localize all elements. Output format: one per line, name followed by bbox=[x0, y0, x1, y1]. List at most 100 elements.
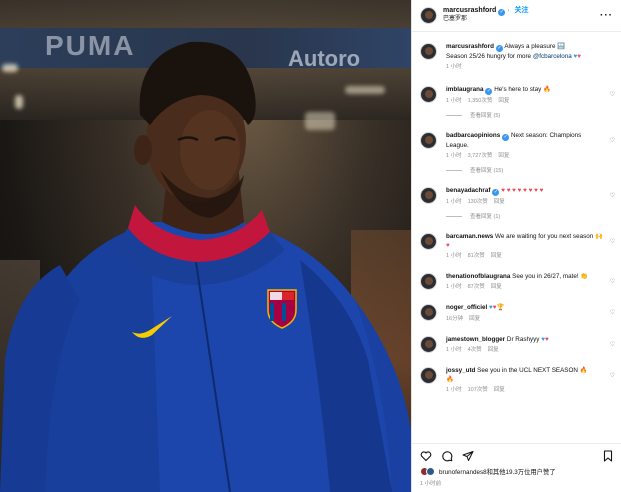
comment-text: He's here to stay bbox=[494, 86, 542, 94]
location-link[interactable]: 巴塞罗那 bbox=[443, 16, 600, 24]
comment-username[interactable]: badbarcaopinions bbox=[446, 132, 500, 139]
verified-icon: ✓ bbox=[492, 189, 500, 197]
reply-button[interactable]: 回复 bbox=[498, 98, 509, 104]
emoji: 🔥 bbox=[446, 375, 454, 383]
reply-button[interactable]: 回复 bbox=[469, 316, 480, 322]
comment-time: 1 小时 bbox=[446, 199, 462, 206]
heart-icon[interactable]: ♡ bbox=[610, 238, 615, 245]
avatar[interactable] bbox=[420, 187, 437, 205]
bookmark-icon[interactable] bbox=[602, 450, 614, 462]
avatar[interactable] bbox=[420, 233, 437, 251]
avatar[interactable] bbox=[420, 335, 437, 353]
view-replies-button[interactable]: 查看回复 (15) bbox=[446, 166, 621, 174]
comment-time: 1 小时 bbox=[446, 98, 462, 105]
verified-icon: ✓ bbox=[495, 45, 503, 52]
emoji: ♥ bbox=[446, 242, 450, 250]
comment-likes[interactable]: 130次赞 bbox=[468, 199, 488, 205]
comment-item: barcaman.news We are waiting for you nex… bbox=[412, 232, 621, 261]
emoji: 🙌 bbox=[595, 233, 603, 241]
comments-list[interactable]: marcusrashford ✓ Always a pleasure 🔛 Seas… bbox=[412, 32, 621, 442]
comment-text: See you in 26/27, mate! bbox=[512, 273, 579, 281]
view-replies-button[interactable]: 查看回复 (5) bbox=[446, 111, 621, 119]
instagram-post: PUMA Autoro marcusrashford ✓ · 关注 巴塞罗那 ·… bbox=[0, 0, 621, 492]
reply-button[interactable]: 回复 bbox=[494, 387, 505, 393]
caption-username[interactable]: marcusrashford bbox=[446, 43, 494, 50]
comment-username[interactable]: thenationofblaugrana bbox=[446, 273, 510, 280]
heart-icon[interactable]: ♡ bbox=[610, 91, 615, 98]
heart-icon[interactable]: ♡ bbox=[610, 341, 615, 348]
avatar[interactable] bbox=[420, 132, 437, 150]
avatar[interactable] bbox=[420, 366, 437, 384]
avatar[interactable] bbox=[420, 304, 437, 322]
post-photo[interactable]: PUMA Autoro bbox=[0, 0, 411, 492]
comment-username[interactable]: jamestown_blogger bbox=[446, 336, 505, 343]
heart-icon[interactable]: ♡ bbox=[610, 309, 615, 316]
verified-icon: ✓ bbox=[498, 9, 506, 17]
emoji: 🔛 bbox=[557, 43, 566, 50]
verified-icon: ✓ bbox=[485, 88, 493, 96]
comment-time: 1 小时 bbox=[446, 253, 462, 260]
comment-username[interactable]: jossy_utd bbox=[446, 367, 475, 374]
caption-text-2: Season 25/26 hungry for more bbox=[446, 53, 532, 60]
heart-icon[interactable]: ♡ bbox=[610, 192, 615, 199]
likes-summary[interactable]: brunofernandes8和其他19.3万位用户赞了 bbox=[420, 467, 614, 476]
emoji: ♥ bbox=[577, 53, 582, 60]
comment-item: imblaugrana ✓ He's here to stay 🔥 1 小时 1,3… bbox=[412, 85, 621, 106]
comment-username[interactable]: benayadachraf bbox=[446, 187, 490, 194]
reply-button[interactable]: 回复 bbox=[491, 253, 502, 259]
comment-item: noger_officiel ♥♥🏆 16分钟 回复 ♡ bbox=[412, 303, 621, 323]
caption-text: Always a pleasure bbox=[504, 43, 556, 50]
avatar[interactable] bbox=[420, 43, 437, 60]
comment-text: We are waiting for you next season bbox=[495, 233, 594, 241]
comment-item: thenationofblaugrana See you in 26/27, m… bbox=[412, 272, 621, 292]
comments-panel: marcusrashford ✓ · 关注 巴塞罗那 ··· marcusrash… bbox=[411, 0, 621, 492]
comment-likes[interactable]: 1,350次赞 bbox=[468, 98, 493, 104]
emoji-hearts: ♥ ♥ ♥ ♥ ♥ ♥ ♥ ♥ bbox=[501, 187, 544, 195]
comment-likes[interactable]: 87次赞 bbox=[468, 284, 485, 290]
caption: marcusrashford ✓ Always a pleasure 🔛 Seas… bbox=[412, 42, 621, 72]
share-icon[interactable] bbox=[462, 450, 474, 462]
comment-time: 1 小时 bbox=[446, 284, 462, 291]
liker-avatar bbox=[426, 467, 435, 476]
comment-text: Dr Rashyyy bbox=[506, 335, 540, 343]
reply-button[interactable]: 回复 bbox=[488, 347, 499, 353]
player-figure bbox=[0, 41, 411, 492]
heart-icon[interactable]: ♡ bbox=[610, 372, 615, 379]
comment-time: 16分钟 bbox=[446, 315, 464, 322]
heart-icon[interactable] bbox=[420, 450, 432, 462]
comment-username[interactable]: imblaugrana bbox=[446, 86, 483, 93]
comment-time: 1 小时 bbox=[446, 386, 462, 393]
heart-icon[interactable]: ♡ bbox=[610, 278, 615, 285]
emoji: 🏆 bbox=[496, 304, 505, 312]
follow-button[interactable]: 关注 bbox=[515, 7, 529, 14]
emoji: 🔥 bbox=[543, 86, 551, 94]
comment-icon[interactable] bbox=[441, 450, 453, 462]
verified-icon: ✓ bbox=[502, 134, 510, 142]
reply-button[interactable]: 回复 bbox=[494, 199, 505, 205]
reply-button[interactable]: 回复 bbox=[498, 153, 509, 159]
comment-time: 1 小时 bbox=[446, 346, 462, 353]
comment-likes[interactable]: 4次赞 bbox=[468, 347, 482, 353]
avatar[interactable] bbox=[420, 273, 437, 291]
comment-time: 1 小时 bbox=[446, 153, 462, 160]
emoji: 👏 bbox=[580, 273, 589, 281]
comment-username[interactable]: barcaman.news bbox=[446, 233, 493, 240]
avatar[interactable] bbox=[420, 86, 437, 104]
username[interactable]: marcusrashford bbox=[443, 7, 496, 14]
comment-item: badbarcaopinions ✓ Next season: Champions… bbox=[412, 131, 621, 161]
likes-text: brunofernandes8和其他19.3万位用户赞了 bbox=[439, 469, 556, 476]
heart-icon[interactable]: ♡ bbox=[610, 137, 615, 144]
comment-likes[interactable]: 3,727次赞 bbox=[468, 153, 493, 159]
comment-item: jossy_utd See you in the UCL NEXT SEASON… bbox=[412, 366, 621, 395]
comment-username[interactable]: noger_officiel bbox=[446, 304, 487, 311]
reply-button[interactable]: 回复 bbox=[491, 284, 502, 290]
more-icon[interactable]: ··· bbox=[600, 10, 613, 21]
view-replies-button[interactable]: 查看回复 (1) bbox=[446, 212, 621, 220]
action-bar: brunofernandes8和其他19.3万位用户赞了 1 小时前 bbox=[412, 443, 621, 492]
comment-text: See you in the UCL NEXT SEASON bbox=[477, 366, 578, 374]
caption-mention[interactable]: @fcbarcelona bbox=[533, 53, 572, 60]
avatar[interactable] bbox=[420, 7, 437, 24]
comment-likes[interactable]: 81次赞 bbox=[468, 253, 485, 259]
emoji: 🔥 bbox=[579, 366, 588, 374]
comment-likes[interactable]: 107次赞 bbox=[468, 387, 488, 393]
